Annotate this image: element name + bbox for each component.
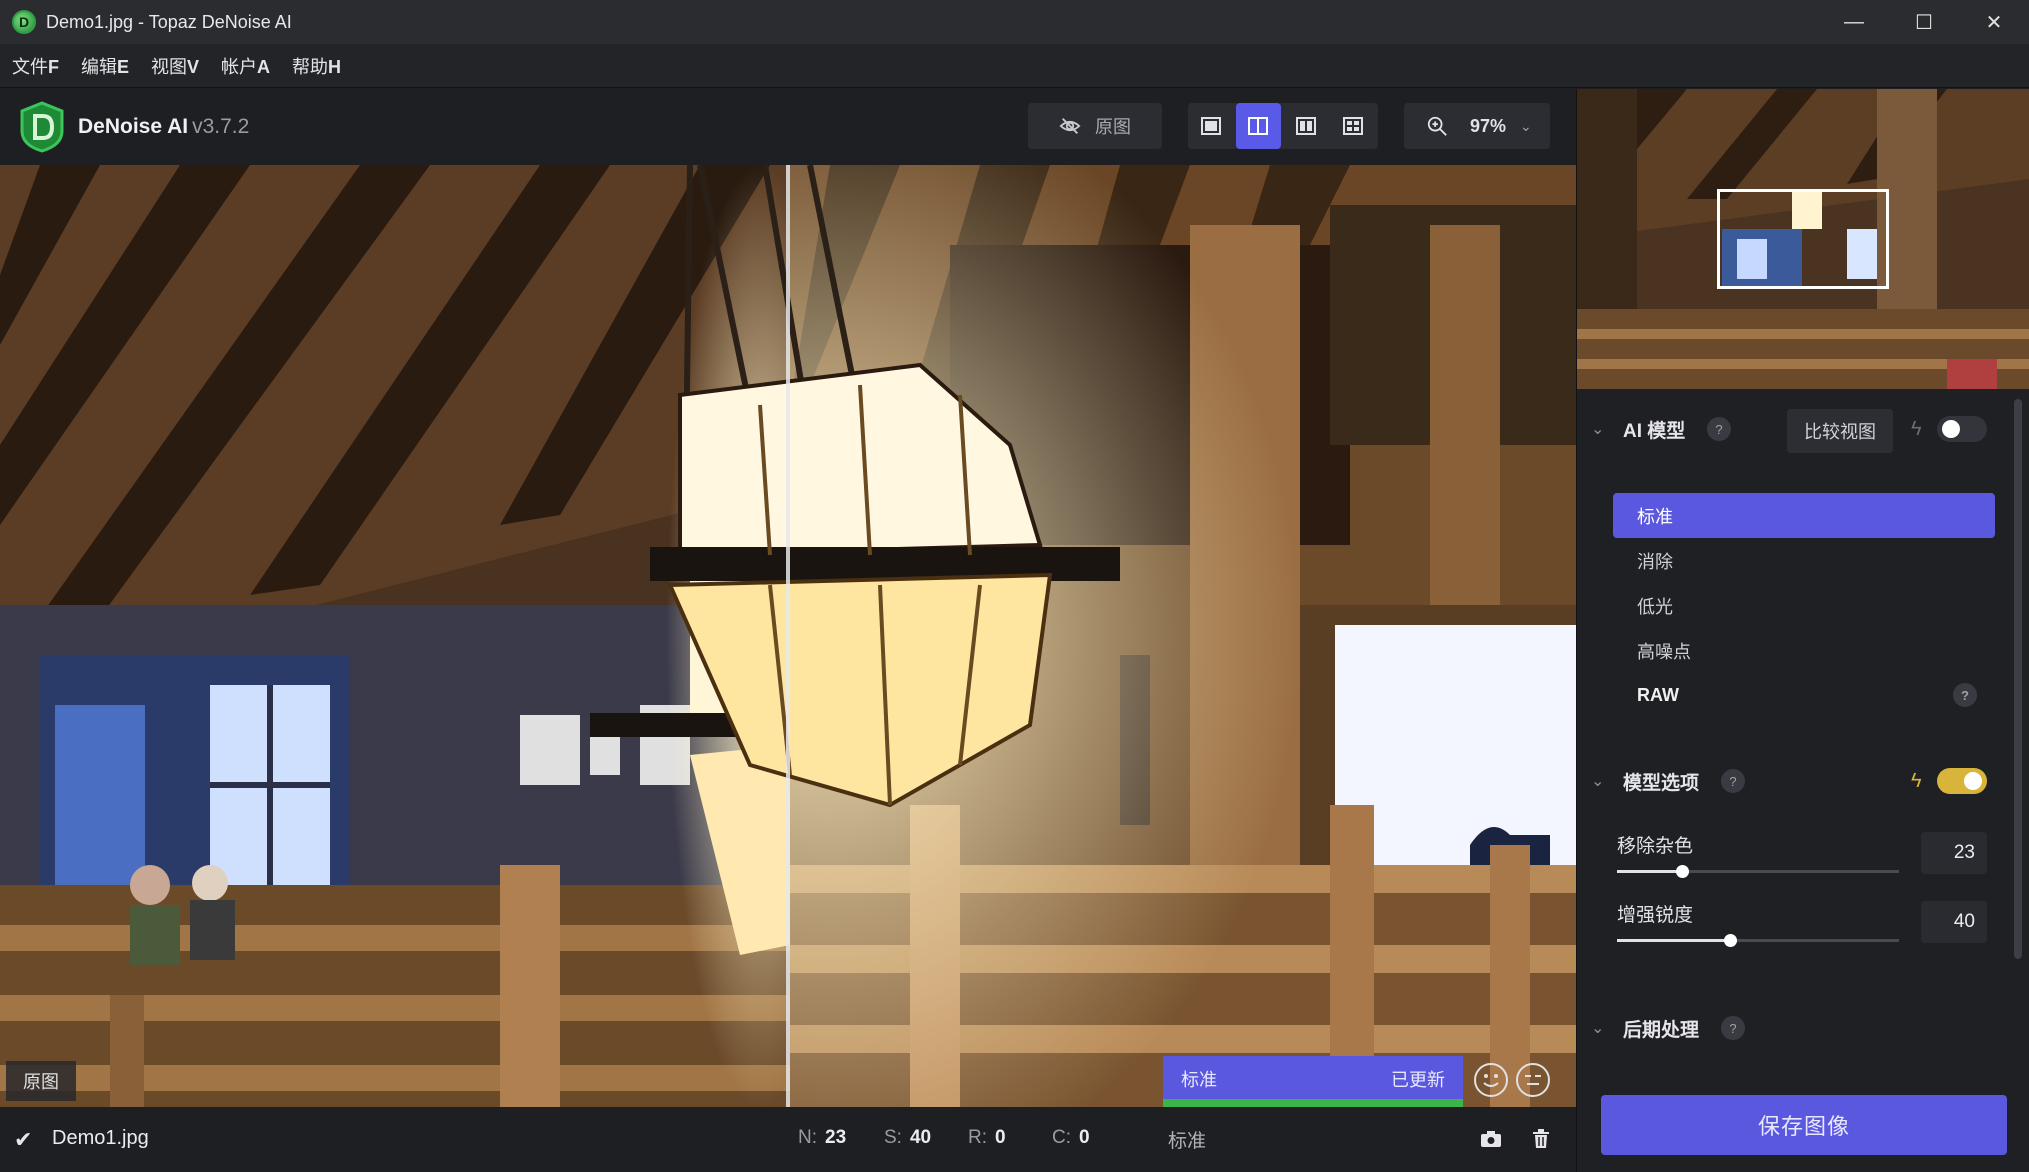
model-list: 标准 消除 低光 高噪点 RAW ? [1613, 493, 1995, 718]
zoom-in-icon[interactable] [1426, 115, 1448, 137]
status-bar: ✔ Demo1.jpg N: 23 S: 40 R: 0 C: 0 标准 [0, 1107, 1576, 1172]
maximize-button[interactable]: ☐ [1889, 0, 1959, 44]
title-bar: D Demo1.jpg - Topaz DeNoise AI — ☐ ✕ [0, 0, 2029, 44]
model-option-severe-noise[interactable]: 高噪点 [1613, 628, 1995, 673]
enhance-sharpness-label: 增强锐度 [1617, 905, 1694, 926]
post-processing-header[interactable]: ⌄ 后期处理 ? [1577, 1008, 2017, 1048]
model-option-clear[interactable]: 消除 [1613, 538, 1995, 583]
menu-view[interactable]: 视图V [151, 53, 199, 79]
help-icon[interactable]: ? [1721, 1016, 1745, 1040]
app-logo-icon: D [12, 10, 36, 34]
remove-noise-slider[interactable] [1617, 865, 1899, 878]
status-updated: 已更新 [1391, 1070, 1445, 1090]
trash-icon[interactable] [1527, 1125, 1555, 1153]
close-button[interactable]: ✕ [1959, 0, 2029, 44]
menu-file[interactable]: 文件F [12, 53, 59, 79]
processing-status: 标准 已更新 [1163, 1056, 1463, 1107]
toolbar: DeNoise AI v3.7.2 原图 97% ⌄ [0, 89, 1576, 165]
navigator-thumbnail[interactable] [1577, 89, 2029, 389]
view-single-button[interactable] [1188, 103, 1234, 149]
slider-thumb[interactable] [1675, 865, 1689, 878]
remove-noise-label: 移除杂色 [1617, 836, 1694, 857]
model-options-header[interactable]: ⌄ 模型选项 ? ϟ [1577, 761, 2017, 801]
panel-scrollbar[interactable] [2014, 399, 2022, 959]
original-label: 原图 [6, 1061, 76, 1101]
recover-stat: R: 0 [968, 1127, 1006, 1148]
model-option-raw[interactable]: RAW ? [1613, 673, 1995, 718]
show-original-button[interactable]: 原图 [1028, 103, 1162, 149]
post-processing-title: 后期处理 [1623, 1019, 1700, 1041]
grid-view-icon [1343, 117, 1364, 135]
model-options-auto-toggle[interactable] [1937, 768, 1987, 794]
model-option-low-light[interactable]: 低光 [1613, 583, 1995, 628]
camera-icon[interactable] [1477, 1125, 1505, 1153]
split-view-icon [1248, 117, 1269, 135]
smile-face-icon[interactable] [1474, 1063, 1508, 1097]
chevron-down-icon[interactable]: ⌄ [1591, 1018, 1604, 1038]
help-icon[interactable]: ? [1707, 417, 1731, 441]
status-model-name: 标准 [1168, 1131, 1207, 1152]
ai-model-title: AI 模型 [1623, 420, 1686, 442]
progress-bar [1163, 1099, 1463, 1107]
status-model: 标准 [1181, 1070, 1217, 1090]
window-title: Demo1.jpg - Topaz DeNoise AI [46, 11, 292, 32]
neutral-face-icon[interactable] [1516, 1063, 1550, 1097]
minimize-button[interactable]: — [1819, 0, 1889, 44]
side-by-side-icon [1295, 117, 1316, 135]
ai-model-header[interactable]: ⌄ AI 模型 ? 比较视图 ϟ [1577, 409, 2017, 453]
image-preview[interactable]: 原图 标准 已更新 [0, 165, 1576, 1107]
enhance-sharpness-slider[interactable] [1617, 934, 1899, 947]
slider-thumb[interactable] [1723, 934, 1737, 947]
lamp-overlay [650, 165, 1120, 808]
zoom-level: 97% [1470, 115, 1507, 136]
lightning-icon: ϟ [1911, 769, 1922, 792]
app-version: v3.7.2 [192, 115, 250, 138]
checkmark-icon[interactable]: ✔ [14, 1127, 32, 1153]
model-option-standard[interactable]: 标准 [1613, 493, 1995, 538]
enhance-sharpness-value[interactable]: 40 [1921, 901, 1987, 943]
lightning-icon: ϟ [1911, 417, 1922, 440]
menu-account[interactable]: 帐户A [221, 53, 270, 79]
sharpen-stat: S: 40 [884, 1127, 932, 1148]
app-name: DeNoise AI v3.7.2 [78, 115, 250, 138]
model-options-title: 模型选项 [1623, 772, 1700, 794]
chevron-down-icon[interactable]: ⌄ [1591, 771, 1604, 791]
denoise-logo-icon [20, 101, 64, 153]
menu-help[interactable]: 帮助H [292, 53, 341, 79]
ai-model-auto-toggle[interactable] [1937, 416, 1987, 442]
help-icon[interactable]: ? [1953, 683, 1977, 707]
eye-off-icon [1059, 118, 1081, 134]
noise-stat: N: 23 [798, 1127, 847, 1148]
remove-noise-value[interactable]: 23 [1921, 832, 1987, 874]
save-image-button[interactable]: 保存图像 [1601, 1095, 2007, 1155]
settings-panel: ⌄ AI 模型 ? 比较视图 ϟ 标准 消除 低光 高噪点 RAW ? ⌄ 模型… [1576, 89, 2029, 1172]
view-grid-button[interactable] [1331, 103, 1377, 149]
chevron-down-icon[interactable]: ⌄ [1591, 419, 1604, 439]
help-icon[interactable]: ? [1721, 769, 1745, 793]
split-divider-handle[interactable] [786, 165, 790, 1107]
zoom-control[interactable]: 97% ⌄ [1404, 103, 1550, 149]
menu-bar: 文件F 编辑E 视图V 帐户A 帮助H [0, 44, 2029, 88]
single-view-icon [1200, 117, 1221, 135]
chevron-down-icon[interactable]: ⌄ [1520, 118, 1532, 135]
view-split-button[interactable] [1235, 103, 1281, 149]
view-mode-group [1188, 103, 1378, 149]
feedback-icons [1474, 1063, 1558, 1097]
compare-view-button[interactable]: 比较视图 [1787, 409, 1893, 453]
color-stat: C: 0 [1052, 1127, 1090, 1148]
menu-edit[interactable]: 编辑E [81, 53, 129, 79]
view-side-by-side-button[interactable] [1283, 103, 1329, 149]
viewport-indicator[interactable] [1717, 189, 1889, 289]
window-controls: — ☐ ✕ [1819, 0, 2029, 44]
file-name: Demo1.jpg [52, 1127, 149, 1149]
